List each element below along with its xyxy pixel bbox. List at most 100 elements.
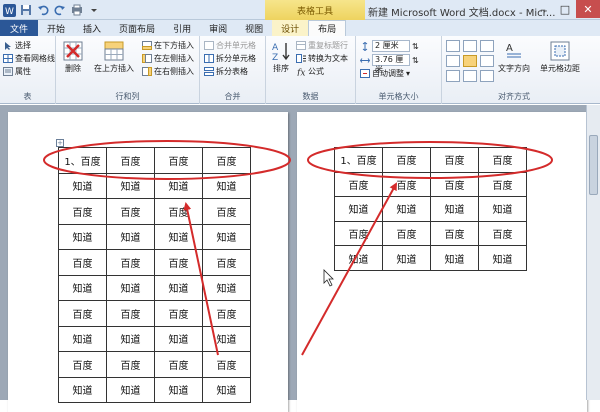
align-bottom-center-icon[interactable] [463,70,477,82]
table-cell[interactable]: 百度 [202,351,251,378]
table-cell[interactable]: 百度 [202,147,251,174]
table-cell[interactable]: 知道 [430,245,479,271]
autofit-button[interactable]: 自动调整 ▾ [360,68,410,79]
cell-margins-button[interactable]: 单元格边距 [540,40,580,74]
table-cell[interactable]: 百度 [202,249,251,276]
table-cell[interactable]: 百度 [58,351,107,378]
tab-design[interactable]: 设计 [272,20,309,36]
table-cell[interactable]: 知道 [202,325,251,352]
table-cell[interactable]: 知道 [202,223,251,250]
tab-layout[interactable]: 布局 [308,20,347,36]
table-cell[interactable]: 知道 [58,172,107,199]
table-cell[interactable]: 知道 [382,245,431,271]
table-cell[interactable]: 百度 [202,198,251,225]
align-top-right-icon[interactable] [480,40,494,52]
insert-above-button[interactable]: 在上方插入 [94,40,134,74]
properties-button[interactable]: 属性 [3,66,31,77]
tab-references[interactable]: 引用 [164,20,200,36]
table-cell[interactable]: 知道 [430,196,479,222]
table-cell[interactable]: 百度 [334,171,383,198]
table-cell[interactable]: 百度 [154,198,203,225]
delete-button[interactable]: 删除 [62,40,84,74]
table-cell[interactable]: 百度 [478,220,527,247]
table-cell[interactable]: 百度 [154,249,203,276]
sort-button[interactable]: AZ 排序 [270,40,292,74]
print-preview-icon[interactable] [70,3,84,17]
tab-insert[interactable]: 插入 [74,20,110,36]
split-table-button[interactable]: 拆分表格 [204,66,248,77]
table-cell[interactable]: 知道 [154,376,203,403]
merge-cells-button[interactable]: 合并单元格 [204,40,256,51]
table-cell[interactable]: 百度 [334,220,383,247]
table-cell[interactable]: 百度 [382,220,431,247]
tab-view[interactable]: 视图 [236,20,272,36]
align-bottom-left-icon[interactable] [446,70,460,82]
insert-left-button[interactable]: 在左侧插入 [142,53,194,64]
table-cell[interactable]: 百度 [106,198,155,225]
maximize-button[interactable]: □ [554,0,576,18]
table-cell[interactable]: 百度 [154,300,203,327]
repeat-header-button[interactable]: 重复标题行 [296,40,348,51]
table-cell[interactable]: 百度 [58,198,107,225]
tab-review[interactable]: 审阅 [200,20,236,36]
table-cell[interactable]: 百度 [154,147,203,174]
table-cell[interactable]: 知道 [478,196,527,222]
table-cell[interactable]: 知道 [202,274,251,301]
table-cell[interactable]: 知道 [58,325,107,352]
text-direction-button[interactable]: A 文字方向 [498,40,530,74]
table-cell[interactable]: 知道 [382,196,431,222]
table-cell[interactable]: 知道 [106,376,155,403]
align-bottom-right-icon[interactable] [480,70,494,82]
tab-file[interactable]: 文件 [0,20,39,36]
insert-below-button[interactable]: 在下方插入 [142,40,194,51]
table-cell[interactable]: 百度 [478,171,527,198]
row-height-input[interactable]: 2 厘米 [372,40,410,52]
table-cell[interactable]: 百度 [382,171,431,198]
undo-icon[interactable] [36,3,50,17]
save-icon[interactable] [19,3,33,17]
table-cell[interactable]: 百度 [430,220,479,247]
table-cell[interactable]: 百度 [58,300,107,327]
view-gridlines-button[interactable]: 查看网格线 [3,53,55,64]
table-cell[interactable]: 百度 [106,300,155,327]
qat-dropdown-icon[interactable] [87,3,101,17]
redo-icon[interactable] [53,3,67,17]
insert-right-button[interactable]: 在右侧插入 [142,66,194,77]
table-cell[interactable]: 知道 [202,376,251,403]
table-cell[interactable]: 知道 [58,223,107,250]
row-height-spin-icon[interactable]: ⇅ [412,42,419,51]
table-cell[interactable]: 知道 [202,172,251,199]
table-cell[interactable]: 百度 [106,147,155,174]
table-cell[interactable]: 知道 [106,274,155,301]
align-middle-center-icon[interactable] [463,55,477,67]
word-logo-icon[interactable]: W [2,3,16,17]
table-cell[interactable]: 知道 [334,196,383,222]
align-middle-left-icon[interactable] [446,55,460,67]
table-cell[interactable]: 知道 [154,274,203,301]
table-cell[interactable]: 百度 [154,351,203,378]
table-cell[interactable]: 知道 [106,325,155,352]
minimize-button[interactable]: – [532,0,554,18]
vertical-scrollbar[interactable] [586,105,600,400]
table-cell[interactable]: 知道 [58,274,107,301]
select-button[interactable]: 选择 [3,40,31,51]
table-cell[interactable]: 知道 [154,325,203,352]
split-cells-button[interactable]: 拆分单元格 [204,53,256,64]
tab-page-layout[interactable]: 页面布局 [110,20,164,36]
table-cell[interactable]: 知道 [154,172,203,199]
table-cell[interactable]: 百度 [382,147,431,173]
table-cell[interactable]: 知道 [478,245,527,271]
table-cell[interactable]: 百度 [202,300,251,327]
table-cell[interactable]: 百度 [430,147,479,173]
table-cell[interactable]: 知道 [106,223,155,250]
table-cell[interactable]: 1、百度 [334,147,383,173]
convert-to-text-button[interactable]: 转换为文本 [296,53,348,64]
column-width-spin-icon[interactable]: ⇅ [412,56,419,65]
table-cell[interactable]: 百度 [478,147,527,173]
table-cell[interactable]: 百度 [58,249,107,276]
align-top-center-icon[interactable] [463,40,477,52]
column-width-input[interactable]: 3.76 厘米 [372,54,410,74]
align-top-left-icon[interactable] [446,40,460,52]
table-cell[interactable]: 知道 [58,376,107,403]
tab-home[interactable]: 开始 [38,20,74,36]
